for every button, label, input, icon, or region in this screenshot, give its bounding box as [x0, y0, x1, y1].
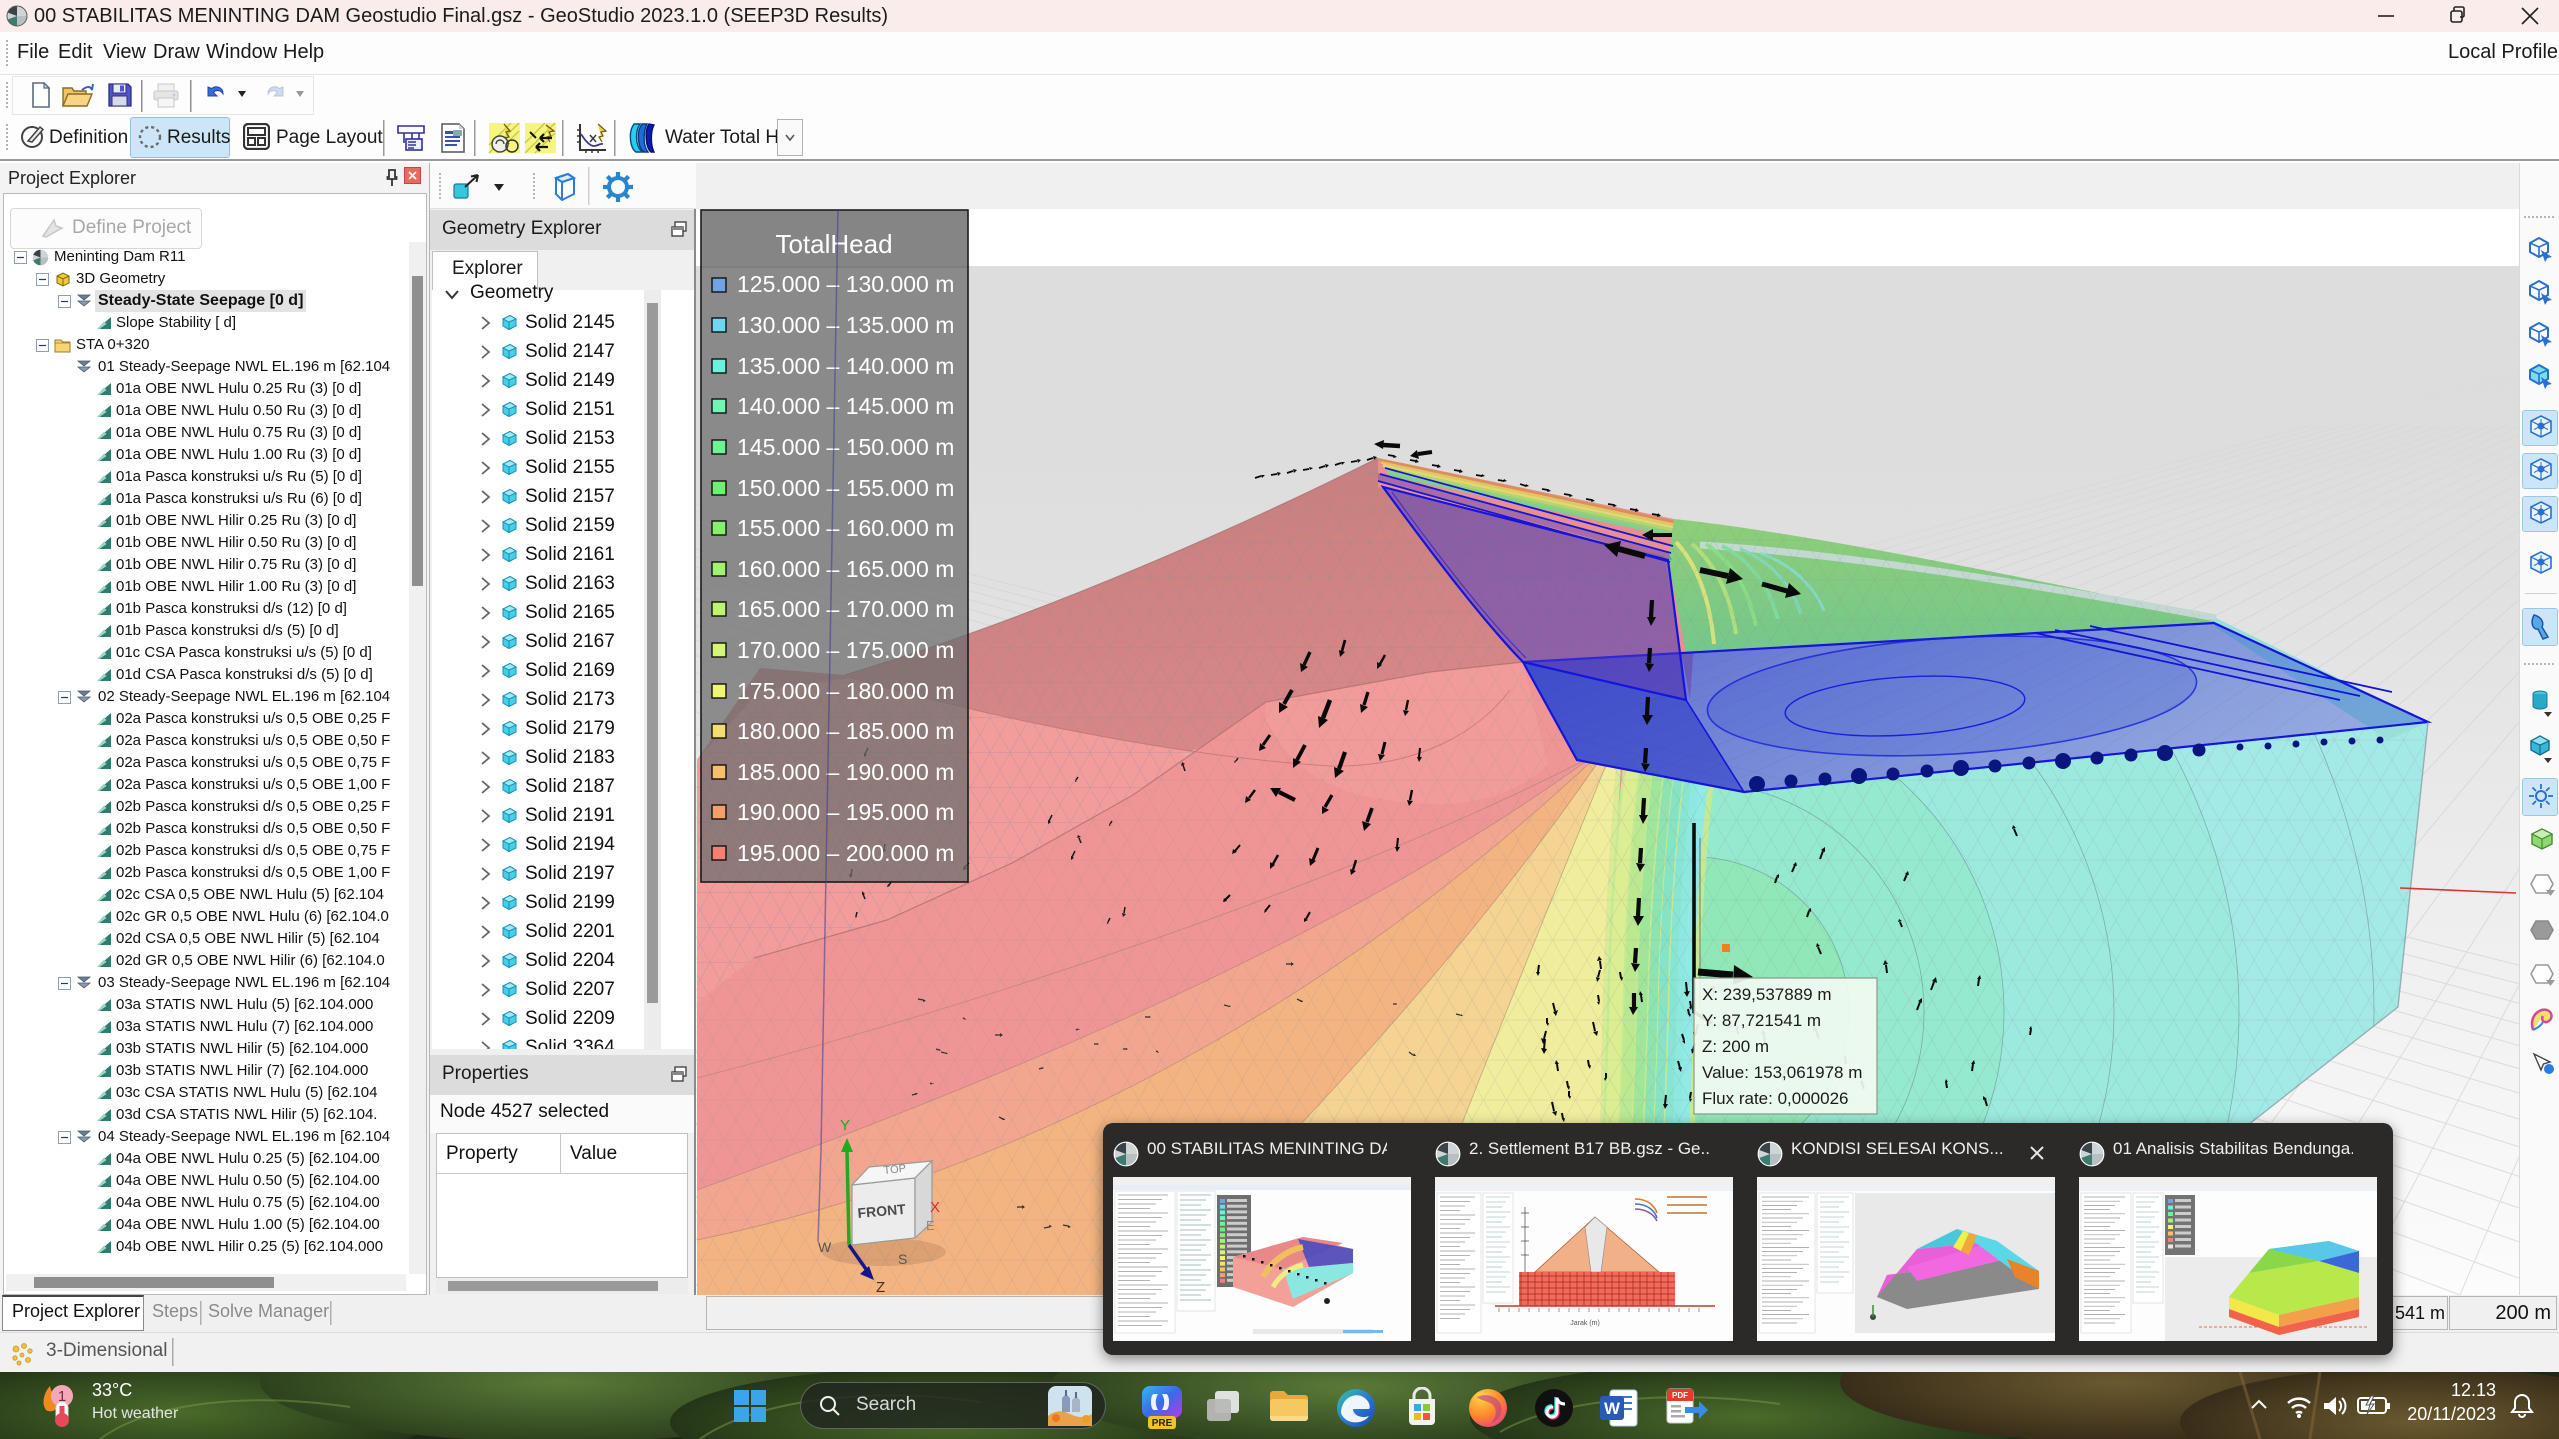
svg-text:X: X	[930, 1199, 940, 1216]
svg-text:Z: 200 m: Z: 200 m	[1702, 1037, 1769, 1056]
svg-text:W: W	[1604, 1399, 1621, 1418]
svg-text:W: W	[818, 1239, 832, 1255]
svg-text:195.000 – 200.000 m: 195.000 – 200.000 m	[737, 840, 954, 866]
svg-text:PRE: PRE	[1152, 1418, 1173, 1429]
svg-text:Value: 153,061978 m: Value: 153,061978 m	[1702, 1063, 1862, 1082]
svg-text:165.000 – 170.000 m: 165.000 – 170.000 m	[737, 596, 954, 622]
svg-text:Jarak (m): Jarak (m)	[1570, 1320, 1600, 1327]
svg-text:Flux rate: 0,000026: Flux rate: 0,000026	[1702, 1089, 1848, 1108]
svg-text:145.000 – 150.000 m: 145.000 – 150.000 m	[737, 434, 954, 460]
svg-text:Y: 87,721541 m: Y: 87,721541 m	[1702, 1011, 1821, 1030]
svg-text:175.000 – 180.000 m: 175.000 – 180.000 m	[737, 678, 954, 704]
svg-text:PDF: PDF	[1672, 1391, 1688, 1400]
svg-text:125.000 – 130.000 m: 125.000 – 130.000 m	[737, 271, 954, 297]
svg-text:190.000 – 195.000 m: 190.000 – 195.000 m	[737, 799, 954, 825]
svg-text:Y: Y	[840, 1117, 850, 1134]
svg-text:180.000 – 185.000 m: 180.000 – 185.000 m	[737, 718, 954, 744]
svg-text:E: E	[926, 1218, 935, 1233]
svg-text:170.000 – 175.000 m: 170.000 – 175.000 m	[737, 637, 954, 663]
svg-text:185.000 – 190.000 m: 185.000 – 190.000 m	[737, 759, 954, 785]
svg-text:TotalHead: TotalHead	[775, 229, 892, 259]
svg-text:X: 239,537889 m: X: 239,537889 m	[1702, 985, 1831, 1004]
svg-text:135.000 – 140.000 m: 135.000 – 140.000 m	[737, 353, 954, 379]
svg-text:160.000 – 165.000 m: 160.000 – 165.000 m	[737, 556, 954, 582]
svg-text:130.000 – 135.000 m: 130.000 – 135.000 m	[737, 312, 954, 338]
svg-text:S: S	[898, 1251, 907, 1267]
svg-text:TOP: TOP	[883, 1163, 907, 1177]
svg-text:150.000 – 155.000 m: 150.000 – 155.000 m	[737, 475, 954, 501]
svg-text:155.000 – 160.000 m: 155.000 – 160.000 m	[737, 515, 954, 541]
svg-text:140.000 – 145.000 m: 140.000 – 145.000 m	[737, 393, 954, 419]
svg-text:Z: Z	[876, 1279, 885, 1295]
